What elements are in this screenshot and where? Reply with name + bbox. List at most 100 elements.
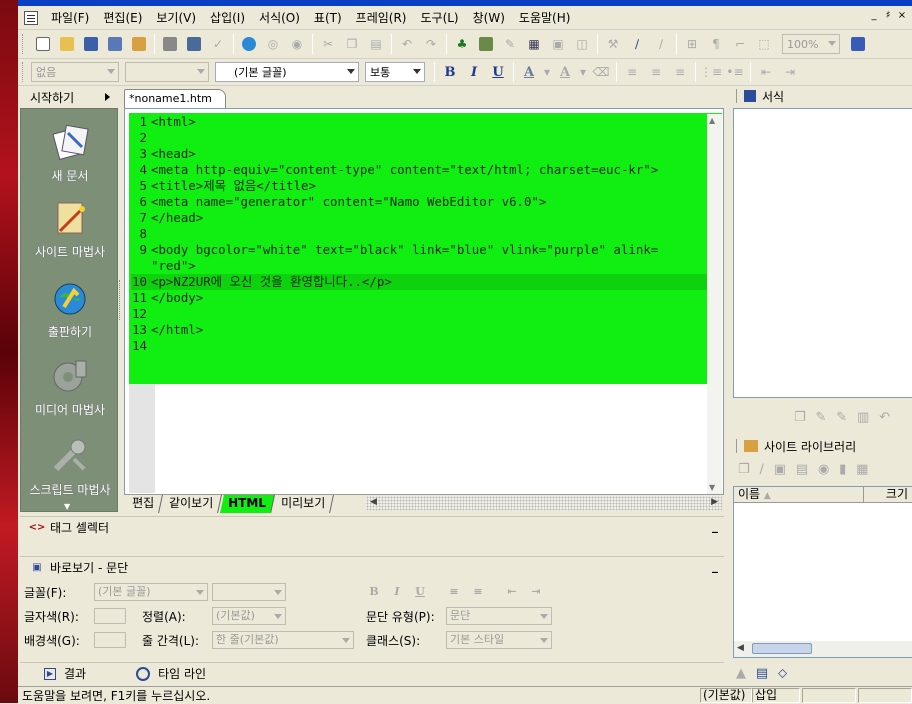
paragraph-mark-icon[interactable]: ¶ (706, 34, 726, 54)
indent-icon[interactable]: ⇥ (528, 585, 544, 601)
class-combo[interactable] (125, 62, 209, 82)
bold-button[interactable]: B (366, 585, 382, 601)
line-break-icon[interactable]: ⌐ (730, 34, 750, 54)
code-line[interactable]: 8 (131, 226, 721, 242)
cut-icon[interactable]: ✂ (318, 34, 338, 54)
site-icon[interactable] (129, 34, 149, 54)
link-check-icon[interactable]: ◉ (287, 34, 307, 54)
document-tab[interactable]: *noname1.htm (124, 89, 226, 108)
rename-style-icon[interactable]: ✎ (836, 410, 847, 425)
chevron-down-icon[interactable]: ▾ (543, 62, 551, 82)
close-button[interactable]: × (896, 9, 908, 23)
new-document-item[interactable]: 새 문서 (21, 121, 119, 184)
tab-result[interactable]: ▶ 결과 (44, 665, 86, 682)
bg-color-swatch[interactable] (94, 632, 126, 648)
code-line[interactable]: "red"> (131, 258, 721, 274)
minimize-panel-button[interactable]: _ (712, 559, 718, 573)
edit-style-icon[interactable]: ✎ (815, 410, 826, 425)
menu-tools[interactable]: 도구(L) (413, 7, 465, 29)
menu-insert[interactable]: 삽입(I) (203, 7, 252, 29)
code-line[interactable]: 12 (131, 306, 721, 322)
scroll-thumb[interactable] (752, 643, 812, 654)
code-line[interactable]: 6 <meta name="generator" content="Namo We… (131, 194, 721, 210)
tab-html[interactable]: HTML (220, 495, 276, 513)
editor-horizontal-scrollbar[interactable]: ◀ ▶ (366, 496, 722, 511)
spellcheck-icon[interactable]: ✓ (208, 34, 228, 54)
code-line[interactable]: 10 <p>NZ2UR에 오신 것을 환영합니다..</p> (131, 274, 721, 290)
site-wizard-item[interactable]: 사이트 마법사 (21, 197, 119, 260)
script-wizard-item[interactable]: 스크립트 마법사 (21, 435, 119, 498)
minimize-button[interactable]: _ (868, 9, 880, 23)
paragraph-type-combo[interactable]: 문단 (446, 607, 552, 625)
font-size-combo[interactable] (212, 583, 286, 601)
menu-file[interactable]: 파일(F) (44, 7, 96, 29)
print-icon[interactable] (160, 34, 180, 54)
italic-button[interactable]: I (389, 585, 405, 601)
scroll-down-icon[interactable]: ▼ (709, 483, 715, 492)
chart-icon[interactable]: ▮ (839, 462, 846, 477)
grid-icon[interactable]: ⊞ (682, 34, 702, 54)
code-line[interactable]: 9 <body bgcolor="white" text="black" link… (131, 242, 721, 258)
insert-layer-icon[interactable]: ▣ (548, 34, 568, 54)
copy-icon[interactable]: ❐ (342, 34, 362, 54)
preview-icon[interactable] (184, 34, 204, 54)
link-icon[interactable]: ∕ (759, 462, 763, 477)
tab-split[interactable]: 같이보기 (161, 495, 223, 513)
tab-timeline[interactable]: 타임 라인 (136, 665, 206, 682)
align-center-icon[interactable]: ≡ (646, 62, 666, 82)
insert-frame-icon[interactable]: ◫ (572, 34, 592, 54)
zoom-combo[interactable]: 100% (782, 34, 840, 54)
numbered-list-icon[interactable]: ⋮≡ (700, 62, 722, 82)
code-line[interactable]: 4 <meta http-equiv="content-type" content… (131, 162, 721, 178)
style-combo[interactable]: 없음 (31, 62, 119, 82)
class-combo[interactable]: 기본 스타일 (446, 631, 552, 649)
panel-grip[interactable] (736, 439, 738, 453)
numbered-list-icon[interactable]: ≡ (446, 585, 462, 601)
code-line[interactable]: 7 </head> (131, 210, 721, 226)
indent-icon[interactable]: ⇥ (780, 62, 800, 82)
font-combo[interactable]: (기본 글꼴) (94, 583, 208, 601)
scroll-right-icon[interactable]: ▶ (711, 497, 718, 507)
properties-header[interactable]: ▣ 바로보기 - 문단 _ (20, 556, 724, 578)
globe-icon[interactable]: ◉ (818, 462, 829, 477)
column-name[interactable]: 이름 ▲ (734, 487, 864, 503)
menu-frame[interactable]: 프레임(R) (349, 7, 414, 29)
align-left-icon[interactable]: ≡ (622, 62, 642, 82)
hyperlink-icon[interactable]: ∕ (627, 34, 647, 54)
scroll-down-icon[interactable]: ▼ (64, 502, 74, 511)
format-panel-header[interactable]: 서식 (736, 86, 912, 106)
size-combo[interactable]: 보통 (365, 62, 425, 82)
publish-item[interactable]: 출판하기 (21, 277, 119, 340)
toolbar-grip[interactable] (22, 34, 25, 54)
menu-window[interactable]: 창(W) (466, 7, 512, 29)
align-right-icon[interactable]: ≡ (670, 62, 690, 82)
insert-form-icon[interactable]: ✎ (500, 34, 520, 54)
redo-icon[interactable]: ↷ (421, 34, 441, 54)
line-spacing-combo[interactable]: 한 줄(기본값) (212, 631, 354, 649)
new-style-icon[interactable]: ❐ (794, 410, 806, 425)
highlight-color-button[interactable]: A (555, 62, 575, 82)
editor-vertical-scrollbar[interactable]: ▲ ▼ (707, 114, 722, 494)
align-combo[interactable]: (기본값) (212, 607, 286, 625)
menu-edit[interactable]: 편집(E) (96, 7, 149, 29)
publish-icon[interactable]: ◎ (263, 34, 283, 54)
insert-table-icon[interactable]: ▦ (524, 34, 544, 54)
chevron-down-icon[interactable]: ▾ (579, 62, 587, 82)
library-horizontal-scrollbar[interactable]: ◀ (734, 641, 912, 657)
media-wizard-item[interactable]: 미디어 마법사 (21, 355, 119, 418)
border-icon[interactable]: ⬚ (754, 34, 774, 54)
bullet-list-icon[interactable]: ≡ (470, 585, 486, 601)
code-line[interactable]: 1 <html> (131, 114, 721, 130)
code-line[interactable]: 11 </body> (131, 290, 721, 306)
unlink-icon[interactable]: ∕ (651, 34, 671, 54)
new-file-icon[interactable] (33, 34, 53, 54)
code-line[interactable]: 14 (131, 338, 721, 354)
add-item-icon[interactable]: ❐ (738, 462, 750, 477)
library-pages-icon[interactable]: ▤ (756, 666, 768, 681)
insert-image-icon[interactable] (476, 34, 496, 54)
code-line[interactable]: 3 <head> (131, 146, 721, 162)
library-link-icon[interactable]: ⬦ (778, 666, 787, 681)
image-icon[interactable]: ▣ (774, 462, 786, 477)
panel-splitter[interactable] (119, 280, 122, 320)
clear-format-icon[interactable]: ⌫ (591, 62, 611, 82)
